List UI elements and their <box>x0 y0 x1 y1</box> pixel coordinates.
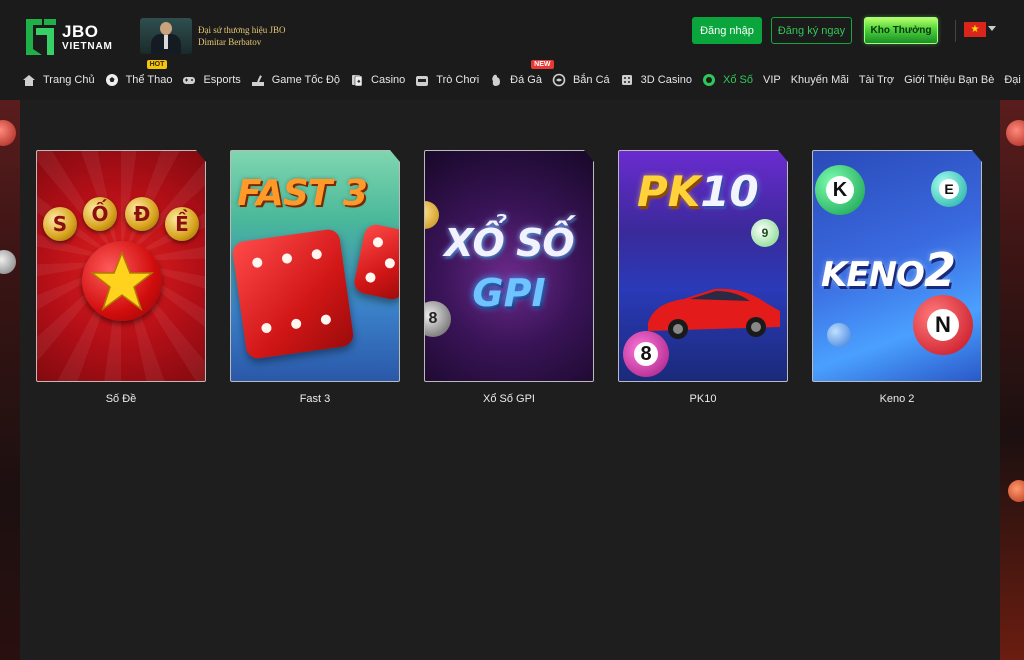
nav-item-game-tốc-độ[interactable]: Game Tốc Độ <box>251 73 340 87</box>
letter-ball: Ề <box>165 207 199 241</box>
xoso-logo-text: XỔ SỐ <box>444 221 575 265</box>
lottery-ball-icon: 9 <box>751 219 779 247</box>
nav-item-thể-thao[interactable]: Thể Thao HOT <box>105 60 173 87</box>
cards-icon: ♠ <box>350 73 364 87</box>
game-title[interactable]: PK10 <box>618 393 788 405</box>
soccer-ball-icon <box>105 73 119 87</box>
nav-item-label: 3D Casino <box>640 74 693 86</box>
letter-ball: Đ <box>125 197 159 231</box>
nav-item-label: Đại Lý <box>1004 74 1024 86</box>
game-thumbnail-so-de[interactable]: S Ố Đ Ề <box>36 150 206 382</box>
gamepad-icon <box>182 73 196 87</box>
keno-logo-text: KENO2 <box>821 243 956 297</box>
nav-item-label: Bắn Cá <box>572 74 610 86</box>
left-decoration <box>0 100 20 660</box>
brand-ambassador-banner[interactable]: Đại sứ thương hiệu JBO Dimitar Berbatov <box>140 18 300 54</box>
nav-item-trang-chủ[interactable]: Trang Chủ <box>22 73 95 87</box>
nav-item-label: VIP <box>762 74 781 86</box>
vietnam-flag-icon[interactable]: ★ <box>964 22 986 37</box>
nav-item-bắn-cá[interactable]: Bắn Cá <box>552 73 610 87</box>
game-tile-so-de[interactable]: S Ố Đ Ề Số Đề <box>36 150 206 405</box>
jbo-logo-icon <box>26 19 56 55</box>
nav-item-label: Tài Trợ <box>858 74 895 86</box>
nav-item-3d-casino[interactable]: 3D Casino <box>620 73 692 87</box>
nav-item-esports[interactable]: Esports <box>182 73 241 87</box>
fish-icon <box>552 73 566 87</box>
slot-machine-icon <box>415 73 429 87</box>
gpi-logo-text: GPI <box>472 271 546 315</box>
logo-brand: JBO <box>62 21 99 41</box>
nav-item-tài-trợ[interactable]: Tài Trợ <box>859 74 894 86</box>
game-thumbnail-xo-so-gpi[interactable]: 8 XỔ SỐ GPI <box>424 150 594 382</box>
game-tile-fast-3[interactable]: FAST 3 Fast 3 <box>230 150 400 405</box>
lottery-ball-icon: 8 <box>623 331 669 377</box>
game-thumbnail-fast-3[interactable]: FAST 3 <box>230 150 400 382</box>
game-tile-xo-so-gpi[interactable]: 8 XỔ SỐ GPI Xổ Số GPI <box>424 150 594 405</box>
reward-store-button[interactable]: Kho Thưởng <box>864 17 938 44</box>
sports-car-icon <box>648 288 780 339</box>
right-decoration <box>1000 100 1024 660</box>
game-thumbnail-keno-2[interactable]: K E KENO2 N <box>812 150 982 382</box>
nav-item-khuyến-mãi[interactable]: Khuyến Mãi <box>791 74 849 86</box>
nav-item-label: Giới Thiệu Bạn Bè <box>904 74 995 86</box>
main-nav: Trang Chủ Thể Thao HOT Esports Game Tốc Độ ♠ C… <box>22 60 1024 90</box>
ambassador-photo <box>140 18 192 54</box>
nav-item-label: Esports <box>203 74 241 86</box>
game-tile-pk10[interactable]: PK10 9 8 PK10 <box>618 150 788 405</box>
home-icon <box>22 73 36 87</box>
site-header: JBO VIETNAM Đại sứ thương hiệu JBO Dimit… <box>0 0 1024 100</box>
game-thumbnail-pk10[interactable]: PK10 9 8 <box>618 150 788 382</box>
register-button[interactable]: Đăng ký ngay <box>771 17 852 44</box>
logo-region: VIETNAM <box>62 40 113 52</box>
new-badge: NEW <box>531 60 554 69</box>
rooster-icon <box>489 73 503 87</box>
game-title[interactable]: Xổ Số GPI <box>424 393 594 405</box>
nav-item-đại-lý[interactable]: Đại Lý <box>1004 74 1024 86</box>
nav-item-label: Game Tốc Độ <box>271 74 341 86</box>
nav-item-label: Đá Gà <box>510 74 542 86</box>
letter-ball: Ố <box>83 197 117 231</box>
nav-item-label: Xổ Số <box>723 74 753 86</box>
nav-item-đá-gà[interactable]: Đá Gà NEW <box>489 60 554 87</box>
nav-item-label: Casino <box>371 74 406 86</box>
game-title[interactable]: Keno 2 <box>812 393 982 405</box>
letter-ball: E <box>931 171 967 207</box>
fast3-logo-text: FAST 3 <box>237 173 368 214</box>
nav-item-giới-thiệu-bạn-bè[interactable]: Giới Thiệu Bạn Bè <box>904 74 994 86</box>
nav-item-label: Khuyến Mãi <box>790 74 849 86</box>
lottery-ball-icon <box>827 323 851 347</box>
ambassador-name: Dimitar Berbatov <box>198 37 262 47</box>
game-tile-keno-2[interactable]: K E KENO2 N Keno 2 <box>812 150 982 405</box>
speed-game-icon <box>251 73 265 87</box>
nav-item-label: Thể Thao <box>125 74 173 86</box>
header-divider <box>955 20 956 42</box>
dice-icon <box>620 73 634 87</box>
login-button[interactable]: Đăng nhập <box>692 17 762 44</box>
star-ball-icon <box>82 241 162 321</box>
letter-ball: K <box>815 165 865 215</box>
ambassador-title: Đại sứ thương hiệu JBO <box>198 24 286 35</box>
nav-item-label: Trang Chủ <box>43 74 95 86</box>
lottery-ball-icon <box>702 73 716 87</box>
dice-icon <box>231 228 355 360</box>
game-title[interactable]: Số Đề <box>36 393 206 405</box>
letter-ball: N <box>913 295 973 355</box>
dice-icon <box>352 222 399 302</box>
nav-item-trò-chơi[interactable]: Trò Chơi <box>415 73 479 87</box>
pk10-logo-text: PK10 <box>637 167 759 216</box>
hot-badge: HOT <box>146 60 168 69</box>
nav-item-xổ-số[interactable]: Xổ Số <box>702 73 753 87</box>
letter-ball: S <box>43 207 77 241</box>
nav-item-vip[interactable]: VIP <box>763 74 781 86</box>
nav-item-label: Trò Chơi <box>436 74 480 86</box>
jbo-logo[interactable]: JBO VIETNAM <box>24 16 116 58</box>
nav-item-casino[interactable]: ♠ Casino <box>350 73 405 87</box>
game-title[interactable]: Fast 3 <box>230 393 400 405</box>
chevron-down-icon[interactable] <box>988 26 996 31</box>
